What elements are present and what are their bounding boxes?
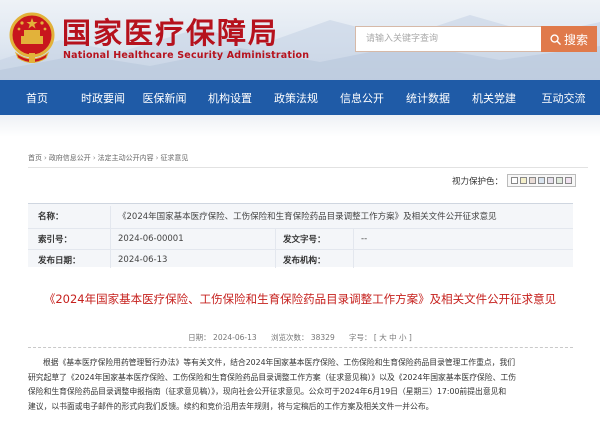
vision-swatch[interactable] <box>556 177 564 184</box>
search-button-label: 搜索 <box>563 32 588 47</box>
site-title: 国家医疗保障局 <box>62 16 280 50</box>
article-title: 《2024年国家基本医疗保险、工伤保险和生育保险药品目录调整工作方案》及相关文件… <box>43 292 557 306</box>
breadcrumb-statutory-content[interactable]: 法定主动公开内容 <box>98 153 154 163</box>
document-metadata-table: 名称： 《2024年国家基本医疗保险、工伤保险和生育保险药品目录调整工作方案》及… <box>28 203 573 269</box>
article-paragraph-line: 研究起草了《2024年国家基本医疗保险、工伤保险和生育保险药品目录调整工作方案（… <box>28 372 516 382</box>
document-number-label: 发文字号： <box>283 234 326 245</box>
search-button[interactable]: 搜索 <box>541 26 597 52</box>
article-paragraph-line: 根据《基本医疗保险用药管理暂行办法》等有关文件，结合2024年国家基本医疗保险、… <box>43 358 516 367</box>
vision-swatch[interactable] <box>538 177 546 184</box>
font-size-selector[interactable]: [ 大 中 小 ] <box>374 333 412 342</box>
nav-item-info-disclosure[interactable]: 信息公开 <box>329 80 395 115</box>
nav-shadow <box>0 115 600 137</box>
name-value: 《2024年国家基本医疗保险、工伤保险和生育保险药品目录调整工作方案》及相关文件… <box>118 212 497 222</box>
article-paragraph-line: 保险和生育保险药品目录调整申报指南（征求意见稿）》，现向社会公开征求意见。公众可… <box>28 387 507 396</box>
magnifier-icon <box>550 33 561 45</box>
name-label: 名称： <box>38 212 64 222</box>
nav-item-insurance-news[interactable]: 医保新闻 <box>132 80 197 115</box>
vision-swatch[interactable] <box>511 177 519 184</box>
nav-item-organization[interactable]: 机构设置 <box>197 80 263 115</box>
vision-protection: 视力保护色： <box>452 174 577 187</box>
vision-swatch[interactable] <box>565 177 573 184</box>
vision-swatch-group <box>507 174 577 187</box>
breadcrumb-separator: › <box>155 154 159 162</box>
article-body: 根据《基本医疗保险用药管理暂行办法》等有关文件，结合2024年国家基本医疗保险、… <box>28 356 576 414</box>
vision-swatch[interactable] <box>547 177 555 184</box>
vision-swatch[interactable] <box>520 177 528 184</box>
nav-item-statistics[interactable]: 统计数据 <box>395 80 461 115</box>
table-row: 名称： 《2024年国家基本医疗保险、工伤保险和生育保险药品目录调整工作方案》及… <box>28 206 573 226</box>
breadcrumb-separator: › <box>44 154 47 162</box>
main-nav: 首页 时政要闻 医保新闻 机构设置 政策法规 信息公开 统计数据 机关党建 互动… <box>0 80 600 115</box>
breadcrumb-separator: › <box>92 154 96 162</box>
vision-protection-label: 视力保护色： <box>452 176 504 187</box>
breadcrumb-divider <box>28 167 588 168</box>
breadcrumb-info-disclosure[interactable]: 政府信息公开 <box>49 153 91 163</box>
nav-item-interaction[interactable]: 互动交流 <box>527 80 600 115</box>
national-emblem-icon <box>9 12 55 63</box>
article-divider <box>28 347 573 348</box>
breadcrumb: 首页 › 政府信息公开 › 法定主动公开内容 › 征求意见 <box>28 153 188 163</box>
table-row: 索引号： 2024-06-00001 发文字号： -- <box>28 228 573 248</box>
publishing-org-label: 发布机构： <box>283 255 326 266</box>
article-paragraph-line: 建议，以书面或电子邮件的形式向我们反馈。续约和竞价沿用去年规则，将与定稿后的工作… <box>28 401 434 411</box>
article-views: 浏览次数： 38329 <box>270 333 335 342</box>
site-title-english: National Healthcare Security Administrat… <box>63 50 310 61</box>
breadcrumb-comments[interactable]: 征求意见 <box>160 153 188 163</box>
font-size-label: 字号： <box>349 333 372 342</box>
site-header: 国家医疗保障局 National Healthcare Security Adm… <box>0 0 600 80</box>
index-value: 2024-06-00001 <box>118 233 184 244</box>
nav-item-policies[interactable]: 政策法规 <box>263 80 329 115</box>
article-date: 日期： 2024-06-13 <box>188 333 257 342</box>
publish-date-label: 发布日期： <box>38 255 81 266</box>
publish-date-value: 2024-06-13 <box>118 254 168 265</box>
search-input[interactable] <box>355 26 541 52</box>
nav-item-party-building[interactable]: 机关党建 <box>461 80 527 115</box>
nav-item-politics-news[interactable]: 时政要闻 <box>74 80 132 115</box>
table-row: 发布日期： 2024-06-13 发布机构： <box>28 249 573 269</box>
vision-swatch[interactable] <box>529 177 537 184</box>
document-number-value: -- <box>361 233 368 244</box>
breadcrumb-home[interactable]: 首页 <box>28 153 42 163</box>
index-label: 索引号： <box>38 234 73 245</box>
article-info: 日期： 2024-06-13 浏览次数： 38329 字号： [ 大 中 小 ] <box>0 332 600 343</box>
nav-item-home[interactable]: 首页 <box>0 80 74 115</box>
